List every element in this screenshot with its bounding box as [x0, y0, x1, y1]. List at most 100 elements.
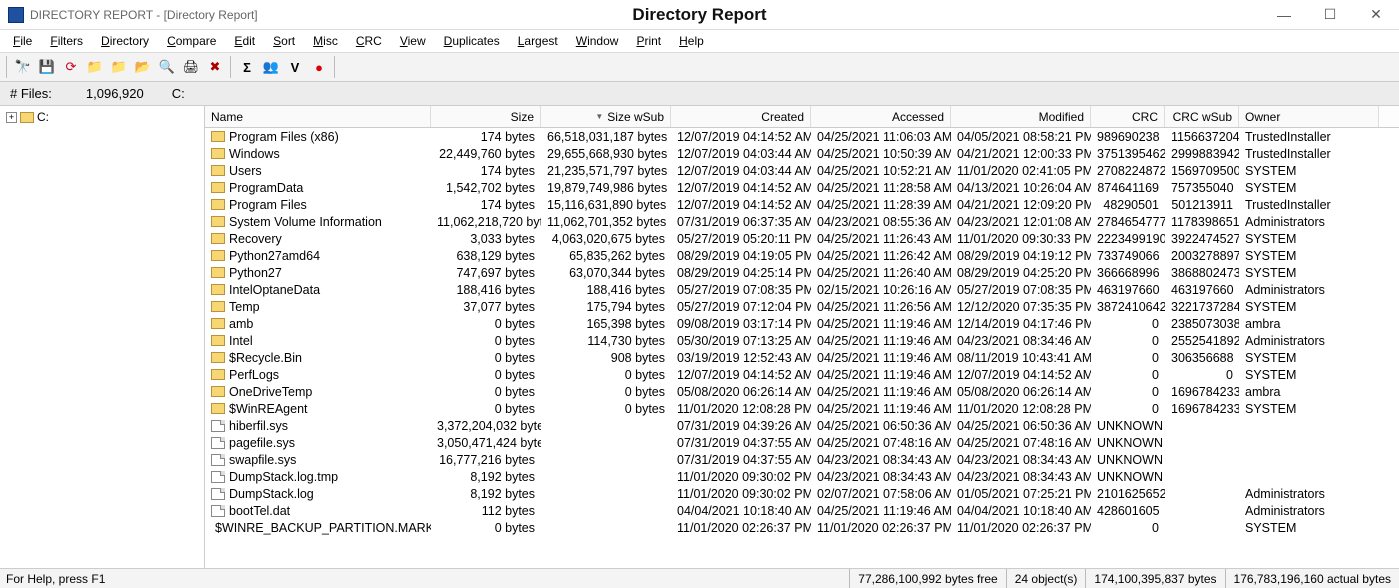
table-row[interactable]: IntelOptaneData188,416 bytes188,416 byte… [205, 281, 1399, 298]
cell-size: 174 bytes [431, 198, 541, 212]
menu-filters[interactable]: Filters [43, 33, 90, 49]
table-row[interactable]: Users174 bytes21,235,571,797 bytes12/07/… [205, 162, 1399, 179]
record-icon[interactable]: ● [308, 56, 330, 78]
menu-misc[interactable]: Misc [306, 33, 345, 49]
table-row[interactable]: System Volume Information11,062,218,720 … [205, 213, 1399, 230]
check-icon[interactable]: V [284, 56, 306, 78]
column-wsub[interactable]: Size wSub [541, 106, 671, 127]
close-button[interactable]: ✕ [1353, 0, 1399, 30]
table-row[interactable]: $WinREAgent0 bytes0 bytes11/01/2020 12:0… [205, 400, 1399, 417]
table-row[interactable]: amb0 bytes165,398 bytes09/08/2019 03:17:… [205, 315, 1399, 332]
cell-name: bootTel.dat [205, 504, 431, 518]
cell-created: 07/31/2019 04:37:55 AM [671, 453, 811, 467]
tree-pane[interactable]: + C: [0, 106, 205, 568]
cell-accessed: 04/25/2021 11:26:42 AM [811, 249, 951, 263]
cell-created: 12/07/2019 04:14:52 AM [671, 368, 811, 382]
minimize-button[interactable]: — [1261, 0, 1307, 30]
cell-name: ProgramData [205, 181, 431, 195]
column-name[interactable]: Name [205, 106, 431, 127]
column-size[interactable]: Size [431, 106, 541, 127]
column-crcw[interactable]: CRC wSub [1165, 106, 1239, 127]
column-crc[interactable]: CRC [1091, 106, 1165, 127]
cell-crcw: 757355040 [1165, 181, 1239, 195]
cell-modified: 04/23/2021 12:01:08 AM [951, 215, 1091, 229]
menu-window[interactable]: Window [569, 33, 626, 49]
folder-open-icon[interactable]: 📂 [132, 56, 154, 78]
column-accessed[interactable]: Accessed [811, 106, 951, 127]
table-row[interactable]: Temp37,077 bytes175,794 bytes05/27/2019 … [205, 298, 1399, 315]
cell-crcw: 501213911 [1165, 198, 1239, 212]
cell-modified: 11/01/2020 12:08:28 PM [951, 402, 1091, 416]
people-icon[interactable]: 👥 [260, 56, 282, 78]
cell-crc: 2784654777 [1091, 215, 1165, 229]
folder-green-icon[interactable]: 📁 [108, 56, 130, 78]
menu-compare[interactable]: Compare [160, 33, 223, 49]
tree-root[interactable]: + C: [4, 110, 204, 124]
cell-crcw: 2003278897 [1165, 249, 1239, 263]
table-row[interactable]: $Recycle.Bin0 bytes908 bytes03/19/2019 1… [205, 349, 1399, 366]
table-row[interactable]: PerfLogs0 bytes0 bytes12/07/2019 04:14:5… [205, 366, 1399, 383]
save-icon[interactable]: 💾 [36, 56, 58, 78]
table-row[interactable]: Program Files (x86)174 bytes66,518,031,1… [205, 128, 1399, 145]
column-owner[interactable]: Owner [1239, 106, 1379, 127]
cell-accessed: 02/15/2021 10:26:16 AM [811, 283, 951, 297]
refresh-icon[interactable]: ⟳ [60, 56, 82, 78]
menu-largest[interactable]: Largest [511, 33, 565, 49]
menu-duplicates[interactable]: Duplicates [437, 33, 507, 49]
table-row[interactable]: swapfile.sys16,777,216 bytes07/31/2019 0… [205, 451, 1399, 468]
cell-accessed: 04/25/2021 11:28:58 AM [811, 181, 951, 195]
list-body[interactable]: Program Files (x86)174 bytes66,518,031,1… [205, 128, 1399, 568]
table-row[interactable]: Python27amd64638,129 bytes65,835,262 byt… [205, 247, 1399, 264]
maximize-button[interactable]: ☐ [1307, 0, 1353, 30]
folder-yellow-icon[interactable]: 📁 [84, 56, 106, 78]
table-row[interactable]: DumpStack.log8,192 bytes11/01/2020 09:30… [205, 485, 1399, 502]
table-row[interactable]: bootTel.dat112 bytes04/04/2021 10:18:40 … [205, 502, 1399, 519]
cell-created: 11/01/2020 09:30:02 PM [671, 470, 811, 484]
folder-icon [211, 386, 225, 397]
cell-accessed: 04/23/2021 08:34:43 AM [811, 470, 951, 484]
expand-icon[interactable]: + [6, 112, 17, 123]
cell-wsub: 29,655,668,930 bytes [541, 147, 671, 161]
cell-created: 08/29/2019 04:25:14 PM [671, 266, 811, 280]
menu-sort[interactable]: Sort [266, 33, 302, 49]
menu-print[interactable]: Print [629, 33, 668, 49]
column-created[interactable]: Created [671, 106, 811, 127]
table-row[interactable]: pagefile.sys3,050,471,424 bytes07/31/201… [205, 434, 1399, 451]
cell-modified: 08/29/2019 04:25:20 PM [951, 266, 1091, 280]
printer-icon[interactable]: 🖨 [180, 56, 202, 78]
cell-crcw: 1696784233 [1165, 385, 1239, 399]
cell-size: 638,129 bytes [431, 249, 541, 263]
cell-crc: 874641169 [1091, 181, 1165, 195]
cell-name: OneDriveTemp [205, 385, 431, 399]
cell-crcw: 0 [1165, 368, 1239, 382]
sigma-icon[interactable]: Σ [236, 56, 258, 78]
column-modified[interactable]: Modified [951, 106, 1091, 127]
cell-wsub: 65,835,262 bytes [541, 249, 671, 263]
menu-crc[interactable]: CRC [349, 33, 389, 49]
menu-help[interactable]: Help [672, 33, 711, 49]
table-row[interactable]: DumpStack.log.tmp8,192 bytes11/01/2020 0… [205, 468, 1399, 485]
delete-icon[interactable]: ✖ [204, 56, 226, 78]
table-row[interactable]: hiberfil.sys3,372,204,032 bytes07/31/201… [205, 417, 1399, 434]
folder-icon [211, 403, 225, 414]
table-row[interactable]: Recovery3,033 bytes4,063,020,675 bytes05… [205, 230, 1399, 247]
table-row[interactable]: OneDriveTemp0 bytes0 bytes05/08/2020 06:… [205, 383, 1399, 400]
table-row[interactable]: Windows22,449,760 bytes29,655,668,930 by… [205, 145, 1399, 162]
table-row[interactable]: Python27747,697 bytes63,070,344 bytes08/… [205, 264, 1399, 281]
table-row[interactable]: Program Files174 bytes15,116,631,890 byt… [205, 196, 1399, 213]
binoculars-icon[interactable]: 🔭 [12, 56, 34, 78]
cell-name: hiberfil.sys [205, 419, 431, 433]
cell-name: $Recycle.Bin [205, 351, 431, 365]
table-row[interactable]: Intel0 bytes114,730 bytes05/30/2019 07:1… [205, 332, 1399, 349]
menu-view[interactable]: View [393, 33, 433, 49]
table-row[interactable]: ProgramData1,542,702 bytes19,879,749,986… [205, 179, 1399, 196]
menu-directory[interactable]: Directory [94, 33, 156, 49]
magnify-icon[interactable]: 🔍 [156, 56, 178, 78]
table-row[interactable]: $WINRE_BACKUP_PARTITION.MARKER0 bytes11/… [205, 519, 1399, 536]
cell-crcw: 3868802473 [1165, 266, 1239, 280]
folder-icon [211, 284, 225, 295]
cell-wsub: 66,518,031,187 bytes [541, 130, 671, 144]
menu-file[interactable]: File [6, 33, 39, 49]
folder-icon [211, 369, 225, 380]
menu-edit[interactable]: Edit [227, 33, 262, 49]
